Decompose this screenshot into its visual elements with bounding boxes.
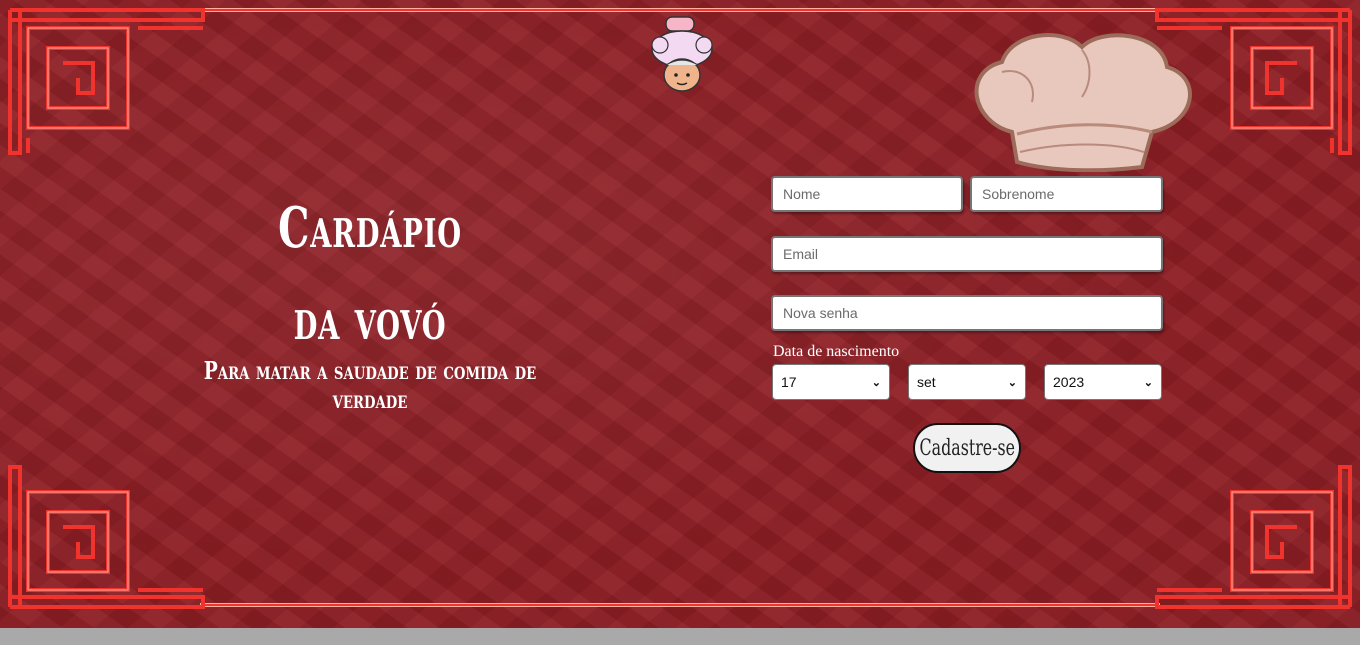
last-name-input[interactable]	[970, 176, 1163, 212]
year-select-value: 2023	[1053, 374, 1085, 390]
signup-button[interactable]: Cadastre-se	[913, 423, 1021, 473]
frame-top-line	[200, 8, 1160, 12]
chevron-down-icon: ⌄	[871, 376, 881, 389]
month-select-value: set	[917, 374, 936, 390]
ornament-top-left-icon	[8, 8, 205, 155]
ornament-bottom-left-icon	[8, 465, 205, 609]
year-select[interactable]: 2023 ⌄	[1044, 364, 1162, 400]
page-subtitle: Para matar a saudade de comida de verdad…	[203, 356, 537, 414]
chevron-down-icon: ⌄	[1143, 376, 1153, 389]
grandma-chef-icon	[651, 16, 713, 92]
chevron-down-icon: ⌄	[1007, 376, 1017, 389]
signup-page: Cardápio da vovó Para matar a saudade de…	[0, 0, 1360, 628]
title-line-1: Cardápio	[278, 195, 462, 261]
ornament-bottom-right-icon	[1155, 465, 1352, 609]
frame-bottom-line	[200, 603, 1160, 607]
signup-button-label: Cadastre-se	[919, 435, 1015, 461]
page-title: Cardápio da vovó	[245, 182, 495, 366]
chef-hat-icon	[974, 33, 1192, 172]
title-line-2: da vovó	[293, 287, 447, 353]
day-select[interactable]: 17 ⌄	[772, 364, 890, 400]
email-input[interactable]	[771, 236, 1163, 272]
first-name-input[interactable]	[771, 176, 963, 212]
day-select-value: 17	[781, 374, 797, 390]
password-input[interactable]	[771, 295, 1163, 331]
dob-label: Data de nascimento	[773, 343, 900, 360]
month-select[interactable]: set ⌄	[908, 364, 1026, 400]
